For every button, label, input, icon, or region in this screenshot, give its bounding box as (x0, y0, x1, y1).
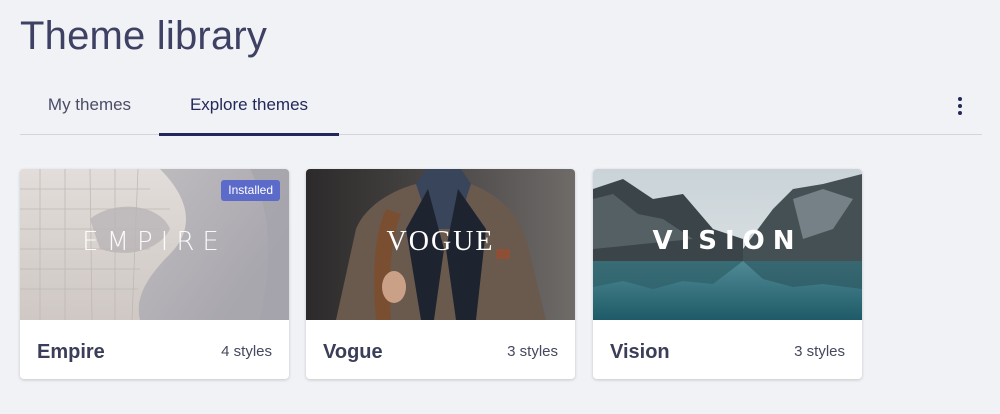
theme-thumbnail-vision: VISION (593, 169, 862, 320)
theme-thumbnail-vogue: VOGUE (306, 169, 575, 320)
theme-style-count: 3 styles (794, 343, 845, 360)
theme-name: Empire (37, 341, 105, 363)
theme-style-count: 4 styles (221, 343, 272, 360)
theme-style-count: 3 styles (507, 343, 558, 360)
theme-name: Vision (610, 341, 670, 363)
theme-name: Vogue (323, 341, 383, 363)
tab-my-themes[interactable]: My themes (20, 84, 159, 135)
page-title: Theme library (20, 14, 268, 58)
theme-thumbnail-empire: EMPIRE Installed (20, 169, 289, 320)
tab-explore-themes[interactable]: Explore themes (159, 84, 339, 136)
theme-card-vogue[interactable]: VOGUE Vogue 3 styles (306, 169, 575, 379)
more-vertical-icon[interactable] (952, 95, 968, 117)
installed-badge: Installed (221, 180, 280, 201)
theme-card-vision[interactable]: VISION Vision 3 styles (593, 169, 862, 379)
theme-card-empire[interactable]: EMPIRE Installed Empire 4 styles (20, 169, 289, 379)
tab-bar: My themes Explore themes (20, 84, 982, 136)
